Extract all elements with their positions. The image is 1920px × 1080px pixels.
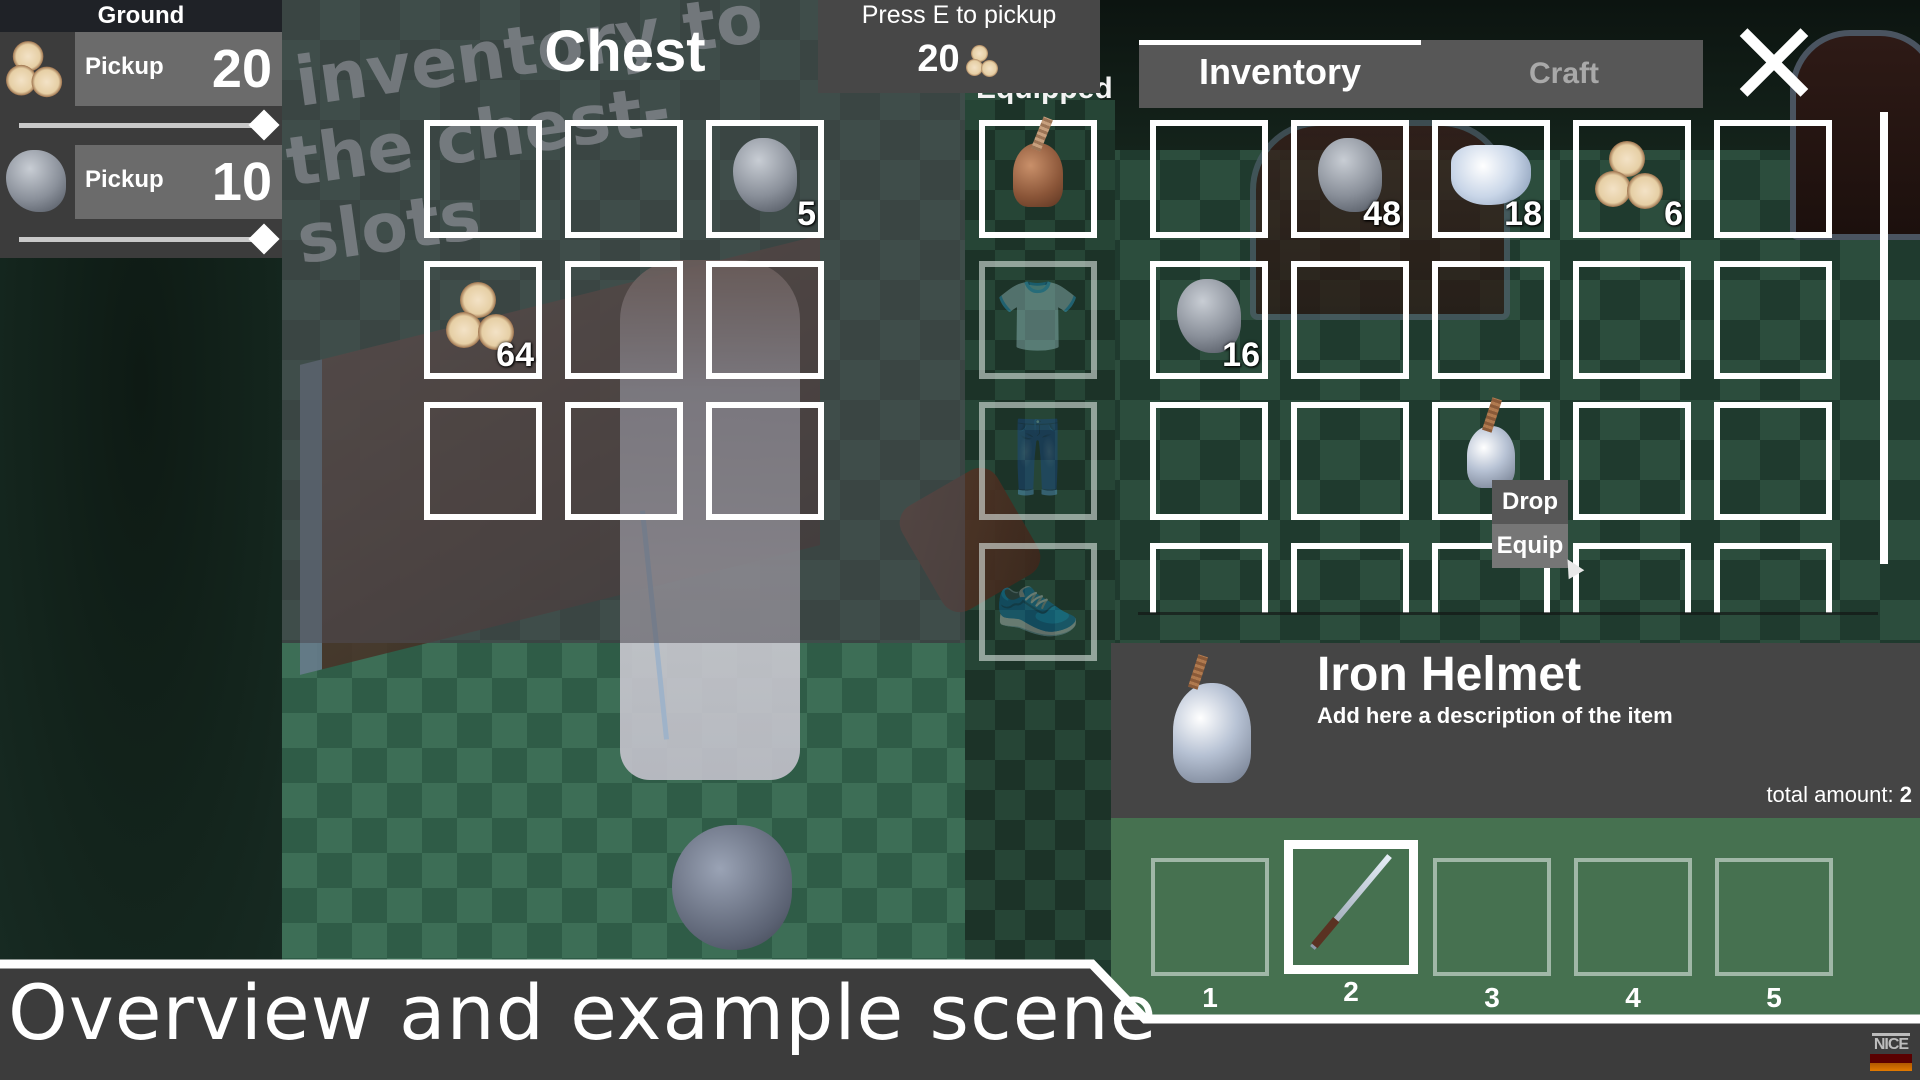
ground-title: Ground [0,0,282,32]
ground-panel: Ground Pickup 20 Pickup 10 [0,0,282,258]
equip-slot-head[interactable] [979,120,1097,238]
pickup-button-logs[interactable]: Pickup 20 [75,32,282,106]
item-count: 6 [1664,195,1683,233]
shirt-icon: 👕 [994,274,1082,357]
inventory-slot[interactable] [1150,543,1268,613]
item-count: 16 [1222,336,1260,374]
item-count: 48 [1363,195,1401,233]
chest-slot[interactable] [565,402,683,520]
logs-icon [1593,139,1671,211]
chest-slot[interactable] [424,120,542,238]
equip-slot-legs[interactable]: 👖 [979,402,1097,520]
chest-slot[interactable] [565,120,683,238]
item-total-amount: total amount: 2 [1766,782,1912,808]
pickup-button-stone[interactable]: Pickup 10 [75,145,282,219]
item-context-menu: Drop Equip [1492,480,1568,568]
inventory-slot[interactable] [1291,261,1409,379]
total-value: 2 [1899,782,1912,807]
close-icon[interactable] [1735,24,1813,100]
stone-icon [6,150,72,216]
inventory-slot[interactable]: 48 [1291,120,1409,238]
item-description: Add here a description of the item [1317,703,1673,728]
tab-inventory[interactable]: Inventory [1139,40,1421,108]
item-count: 64 [496,336,534,374]
logs-icon [965,43,1001,77]
chest-slot[interactable] [706,261,824,379]
chest-slot[interactable] [706,402,824,520]
tab-label: Inventory [1199,51,1362,92]
iron-helmet-icon [1467,425,1515,488]
pickup-amount: 20 [211,39,272,99]
inventory-slot[interactable] [1573,543,1691,613]
pickup-label: Pickup [85,53,164,80]
pickup-prompt-amount: 20 [917,38,960,80]
item-name: Iron Helmet [1317,648,1582,701]
inventory-slot[interactable] [1150,120,1268,238]
equip-slot-feet[interactable]: 👟 [979,543,1097,661]
chest-title: Chest [544,19,706,84]
chest-slot[interactable]: 5 [706,120,824,238]
item-details-panel: Iron Helmet Add here a description of th… [1111,643,1920,818]
slider-thumb[interactable] [248,223,280,255]
inventory-slot[interactable] [1573,402,1691,520]
inventory-slot[interactable]: 6 [1573,120,1691,238]
logs-icon [6,36,72,102]
nice-logo: NICE [1870,1033,1912,1075]
inventory-slot[interactable] [1714,402,1832,520]
inventory-slot[interactable] [1291,543,1409,613]
tab-craft[interactable]: Craft [1421,40,1703,108]
amount-slider-logs[interactable] [19,109,280,141]
inventory-slot[interactable] [1714,120,1832,238]
item-count: 18 [1504,195,1542,233]
inventory-scrollbar[interactable] [1880,112,1888,564]
sword-icon [1310,842,1392,962]
slider-thumb[interactable] [248,109,280,141]
pickup-prompt-text: Press E to pickup [861,1,1057,29]
pickup-amount: 10 [211,152,272,212]
pickup-prompt: Press E to pickup 20 [818,0,1100,93]
inventory-slot[interactable]: 18 [1432,120,1550,238]
shoe-icon: 👟 [994,556,1082,639]
caption-text: Overview and example scene [8,968,1158,1057]
inventory-slot[interactable] [1714,261,1832,379]
pickup-label: Pickup [85,166,164,193]
amount-slider-stone[interactable] [19,223,280,255]
chest-slot[interactable] [424,402,542,520]
inventory-slot[interactable] [1573,261,1691,379]
equip-slot-chest[interactable]: 👕 [979,261,1097,379]
chest-slot[interactable] [565,261,683,379]
pants-icon: 👖 [994,415,1082,498]
total-label: total amount: [1766,782,1894,807]
leather-helmet-icon [1013,142,1063,207]
item-count: 5 [797,195,816,233]
inventory-scroll-edge [1138,612,1878,615]
inventory-tabs: Inventory Craft [1139,40,1703,108]
context-menu-drop[interactable]: Drop [1492,480,1568,524]
inventory-slot[interactable]: 16 [1150,261,1268,379]
inventory-slot[interactable] [1291,402,1409,520]
context-menu-equip[interactable]: Equip [1492,524,1568,568]
scene-rock-pickup[interactable] [672,825,792,950]
stone-icon [733,137,797,212]
inventory-slot[interactable] [1150,402,1268,520]
hotbar-slot[interactable] [1284,840,1418,974]
iron-helmet-icon [1173,683,1251,783]
chest-slot[interactable]: 64 [424,261,542,379]
inventory-slot[interactable] [1432,261,1550,379]
inventory-slot[interactable] [1714,543,1832,613]
logo-text: NICE [1873,1036,1909,1053]
tab-label: Craft [1529,57,1600,90]
